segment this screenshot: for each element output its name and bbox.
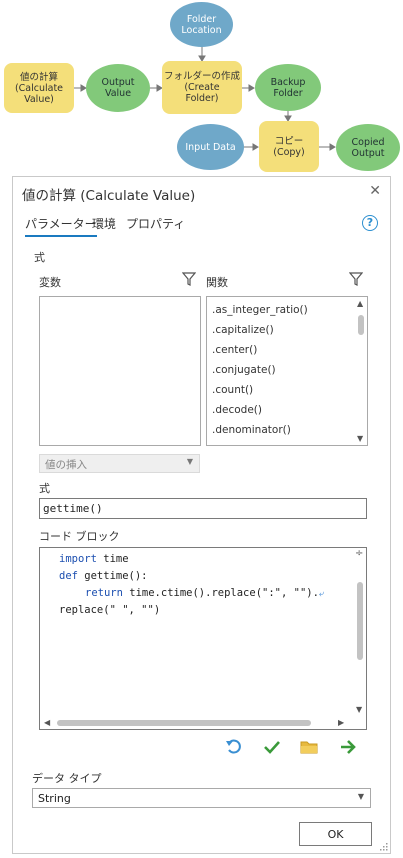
tab-properties[interactable]: プロパティ xyxy=(126,215,185,232)
function-item[interactable]: .center() xyxy=(212,344,257,356)
code-keyword: def xyxy=(59,570,78,582)
variables-list[interactable] xyxy=(39,296,201,446)
node-output-value[interactable]: Output Value xyxy=(86,64,150,112)
undo-icon[interactable] xyxy=(224,737,244,757)
code-line: replace(" ", "") xyxy=(59,604,161,616)
help-icon[interactable]: ? xyxy=(362,215,378,231)
chevron-up-icon[interactable]: ▲ xyxy=(357,299,363,308)
expression-label: 式 xyxy=(39,482,50,495)
functions-label: 関数 xyxy=(206,276,228,289)
code-keyword: import xyxy=(59,553,97,565)
filter-icon[interactable] xyxy=(349,272,363,286)
calculate-value-dialog: 値の計算 (Calculate Value) ✕ パラメーター 環境 プロパティ… xyxy=(12,176,391,854)
function-item[interactable]: .conjugate() xyxy=(212,364,276,376)
code-line: return time.ctime().replace(":", "").⤶ xyxy=(85,587,324,599)
functions-scrollbar[interactable]: ▲ ▼ xyxy=(355,297,367,445)
wrap-icon: ⤶ xyxy=(318,589,324,599)
function-item[interactable]: .decode() xyxy=(212,404,262,416)
expression-section-label: 式 xyxy=(34,251,45,264)
variables-label: 変数 xyxy=(39,276,61,289)
resize-grip-icon[interactable] xyxy=(378,841,388,851)
code-line: import time xyxy=(59,553,129,565)
node-label: Output Value xyxy=(101,77,135,99)
code-line: def gettime(): xyxy=(59,570,148,582)
code-block-editor[interactable]: import time def gettime(): return time.c… xyxy=(39,547,367,730)
chevron-down-icon[interactable]: ▼ xyxy=(357,434,363,443)
ok-button[interactable]: OK xyxy=(299,822,372,846)
code-text: time.ctime().replace(":", ""). xyxy=(122,587,319,599)
scrollbar-thumb[interactable] xyxy=(57,720,311,726)
code-text: time xyxy=(96,553,129,565)
node-label: コピー (Copy) xyxy=(273,135,305,158)
tab-environments[interactable]: 環境 xyxy=(92,215,116,232)
split-icon[interactable]: ÷ xyxy=(355,548,363,559)
chevron-right-icon[interactable]: ▶ xyxy=(338,718,344,727)
close-icon[interactable]: ✕ xyxy=(369,183,381,199)
dialog-title: 値の計算 (Calculate Value) xyxy=(22,188,196,204)
folder-icon[interactable] xyxy=(299,737,319,757)
chevron-down-icon: ▼ xyxy=(186,457,193,466)
code-keyword: return xyxy=(85,587,123,599)
node-label: Input Data xyxy=(185,141,236,153)
code-block-label: コード ブロック xyxy=(39,530,120,543)
node-copy[interactable]: コピー (Copy) xyxy=(259,121,319,172)
data-type-dropdown[interactable]: String ▼ xyxy=(32,788,371,808)
function-item[interactable]: .denominator() xyxy=(212,424,291,436)
node-copied-output[interactable]: Copied Output xyxy=(336,124,400,171)
node-label: 値の計算 (Calculate Value) xyxy=(14,71,64,105)
node-label: Folder Location xyxy=(181,13,222,36)
node-label: Backup Folder xyxy=(270,76,306,99)
chevron-down-icon: ▼ xyxy=(357,792,364,801)
model-diagram: Folder Location 値の計算 (Calculate Value) O… xyxy=(0,0,403,178)
function-item[interactable]: .count() xyxy=(212,384,253,396)
insert-value-dropdown[interactable]: 値の挿入 ▼ xyxy=(39,454,200,473)
scrollbar-thumb[interactable] xyxy=(357,582,363,660)
functions-list[interactable]: .as_integer_ratio() .capitalize() .cente… xyxy=(206,296,368,446)
function-item[interactable]: .as_integer_ratio() xyxy=(212,304,308,316)
chevron-down-icon[interactable]: ▼ xyxy=(356,705,362,714)
data-type-label: データ タイプ xyxy=(32,772,102,785)
code-horizontal-scrollbar[interactable]: ◀ ▶ xyxy=(40,716,366,729)
tab-parameters[interactable]: パラメーター xyxy=(25,215,97,237)
node-calculate-value[interactable]: 値の計算 (Calculate Value) xyxy=(4,63,74,113)
node-folder-location[interactable]: Folder Location xyxy=(170,2,233,47)
expression-input[interactable]: gettime() xyxy=(39,498,367,519)
code-text: gettime(): xyxy=(77,570,148,582)
node-input-data[interactable]: Input Data xyxy=(177,124,244,170)
node-create-folder[interactable]: フォルダーの作成 (Create Folder) xyxy=(162,61,242,114)
scrollbar-thumb[interactable] xyxy=(358,315,364,335)
data-type-value: String xyxy=(38,792,71,805)
filter-icon[interactable] xyxy=(182,272,196,286)
node-backup-folder[interactable]: Backup Folder xyxy=(255,64,321,111)
chevron-left-icon[interactable]: ◀ xyxy=(44,718,50,727)
node-label: フォルダーの作成 (Create Folder) xyxy=(163,71,240,104)
insert-value-label: 値の挿入 xyxy=(45,459,87,471)
code-vertical-scrollbar[interactable]: ÷ ▼ xyxy=(354,548,366,716)
check-icon[interactable] xyxy=(262,737,282,757)
function-item[interactable]: .capitalize() xyxy=(212,324,274,336)
node-label: Copied Output xyxy=(351,136,385,159)
arrow-right-icon[interactable] xyxy=(338,737,358,757)
